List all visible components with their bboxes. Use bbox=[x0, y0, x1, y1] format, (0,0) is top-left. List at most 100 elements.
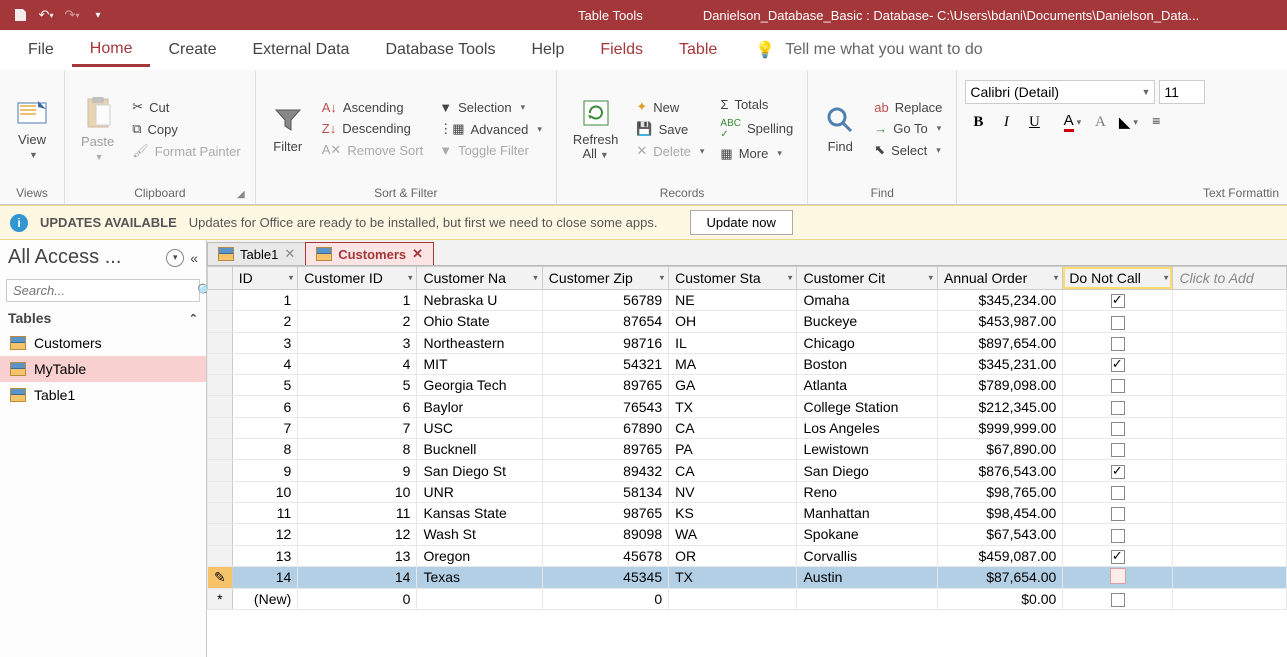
checkbox[interactable] bbox=[1111, 379, 1125, 393]
column-dropdown-icon[interactable]: ▾ bbox=[289, 273, 294, 284]
row-selector[interactable] bbox=[208, 375, 233, 396]
cell-empty[interactable] bbox=[1173, 396, 1287, 417]
cell-annual-order[interactable]: $897,654.00 bbox=[937, 332, 1062, 353]
table-row[interactable]: 1010UNR58134NVReno$98,765.00 bbox=[208, 481, 1287, 502]
cell-annual-order[interactable]: $453,987.00 bbox=[937, 311, 1062, 332]
row-selector-new[interactable]: * bbox=[208, 588, 233, 609]
cell-state[interactable]: GA bbox=[669, 375, 797, 396]
nav-search-input[interactable] bbox=[7, 280, 197, 301]
replace-button[interactable]: abReplace bbox=[868, 98, 948, 117]
table-row[interactable]: 55Georgia Tech89765GAAtlanta$789,098.00 bbox=[208, 375, 1287, 396]
cell-id[interactable]: 4 bbox=[232, 353, 298, 374]
cell-state[interactable]: IL bbox=[669, 332, 797, 353]
cell-state[interactable]: NV bbox=[669, 481, 797, 502]
column-header[interactable]: Annual Order▾ bbox=[937, 267, 1062, 290]
table-row[interactable]: 88Bucknell89765PALewistown$67,890.00 bbox=[208, 439, 1287, 460]
cell-empty[interactable] bbox=[1173, 311, 1287, 332]
cell-do-not-call[interactable] bbox=[1063, 353, 1173, 374]
table-row[interactable]: 22Ohio State87654OHBuckeye$453,987.00 bbox=[208, 311, 1287, 332]
row-selector[interactable] bbox=[208, 396, 233, 417]
cell-annual-order[interactable]: $67,543.00 bbox=[937, 524, 1062, 545]
cell-zip[interactable]: 89765 bbox=[542, 439, 668, 460]
remove-sort-button[interactable]: A✕Remove Sort bbox=[316, 140, 429, 160]
checkbox[interactable] bbox=[1111, 465, 1125, 479]
find-button[interactable]: Find bbox=[816, 100, 864, 158]
tab-file[interactable]: File bbox=[10, 35, 72, 65]
cell-zip[interactable]: 98716 bbox=[542, 332, 668, 353]
tab-external-data[interactable]: External Data bbox=[235, 35, 368, 65]
cell-customer-id[interactable]: 11 bbox=[298, 502, 417, 523]
cell-city[interactable]: Manhattan bbox=[797, 502, 938, 523]
save-button[interactable]: 💾Save bbox=[630, 119, 710, 139]
cell-do-not-call[interactable] bbox=[1063, 524, 1173, 545]
cell-id[interactable]: 2 bbox=[232, 311, 298, 332]
collapse-group-icon[interactable]: ⌃ bbox=[189, 312, 198, 325]
add-column-header[interactable]: Click to Add bbox=[1173, 267, 1287, 290]
row-selector[interactable] bbox=[208, 290, 233, 311]
cell-empty[interactable] bbox=[1173, 566, 1287, 588]
cell-zip[interactable]: 58134 bbox=[542, 481, 668, 502]
cell-annual-order[interactable]: $789,098.00 bbox=[937, 375, 1062, 396]
cell-customer-name[interactable]: Wash St bbox=[417, 524, 542, 545]
row-selector[interactable] bbox=[208, 353, 233, 374]
checkbox[interactable] bbox=[1111, 529, 1125, 543]
checkbox[interactable] bbox=[1111, 443, 1125, 457]
cell-annual-order[interactable]: $345,234.00 bbox=[937, 290, 1062, 311]
column-header[interactable]: Customer Na▾ bbox=[417, 267, 542, 290]
checkbox[interactable] bbox=[1111, 422, 1125, 436]
checkbox[interactable] bbox=[1111, 593, 1125, 607]
filter-button[interactable]: Filter bbox=[264, 100, 312, 158]
cell-customer-id[interactable]: 14 bbox=[298, 566, 417, 588]
cell-state[interactable]: NE bbox=[669, 290, 797, 311]
table-row[interactable]: 11Nebraska U56789NEOmaha$345,234.00 bbox=[208, 290, 1287, 311]
cell-customer-id[interactable]: 2 bbox=[298, 311, 417, 332]
cell-id[interactable]: 9 bbox=[232, 460, 298, 481]
align-button[interactable]: ≡ bbox=[1143, 110, 1169, 134]
cell-do-not-call[interactable] bbox=[1063, 332, 1173, 353]
cell-id[interactable]: 1 bbox=[232, 290, 298, 311]
cell-city[interactable]: Omaha bbox=[797, 290, 938, 311]
table-row[interactable]: 1111Kansas State98765KSManhattan$98,454.… bbox=[208, 502, 1287, 523]
more-button[interactable]: ▦More▾ bbox=[714, 144, 799, 164]
row-selector[interactable] bbox=[208, 311, 233, 332]
cell-customer-name[interactable] bbox=[417, 588, 542, 609]
cell-empty[interactable] bbox=[1173, 502, 1287, 523]
checkbox[interactable] bbox=[1111, 294, 1125, 308]
cell-do-not-call[interactable] bbox=[1063, 460, 1173, 481]
checkbox[interactable] bbox=[1111, 486, 1125, 500]
cell-state[interactable]: CA bbox=[669, 417, 797, 438]
cell-empty[interactable] bbox=[1173, 481, 1287, 502]
refresh-all-button[interactable]: RefreshAll▼ bbox=[565, 93, 627, 166]
clipboard-dialog-launcher[interactable]: ◢ bbox=[237, 189, 245, 200]
update-now-button[interactable]: Update now bbox=[690, 210, 793, 235]
cell-id[interactable]: 6 bbox=[232, 396, 298, 417]
totals-button[interactable]: ΣTotals bbox=[714, 95, 799, 114]
checkbox[interactable] bbox=[1111, 358, 1125, 372]
qat-customize-icon[interactable]: ▾ bbox=[86, 3, 110, 27]
table-row[interactable]: 44MIT54321MABoston$345,231.00 bbox=[208, 353, 1287, 374]
table-row[interactable]: 77USC67890CALos Angeles$999,999.00 bbox=[208, 417, 1287, 438]
cell-customer-id[interactable]: 13 bbox=[298, 545, 417, 566]
column-dropdown-icon[interactable]: ▾ bbox=[533, 273, 538, 284]
doc-tab-customers[interactable]: Customers✕ bbox=[305, 242, 434, 265]
checkbox-editing[interactable] bbox=[1111, 569, 1125, 583]
nav-item-customers[interactable]: Customers bbox=[0, 330, 206, 356]
cell-customer-id[interactable]: 8 bbox=[298, 439, 417, 460]
cell-state[interactable]: MA bbox=[669, 353, 797, 374]
cell-zip[interactable]: 89098 bbox=[542, 524, 668, 545]
cell-id[interactable]: 14 bbox=[232, 566, 298, 588]
cell-city[interactable]: Reno bbox=[797, 481, 938, 502]
cell-empty[interactable] bbox=[1173, 353, 1287, 374]
cell-customer-name[interactable]: San Diego St bbox=[417, 460, 542, 481]
column-dropdown-icon[interactable]: ▾ bbox=[408, 273, 413, 284]
cell-zip[interactable]: 45678 bbox=[542, 545, 668, 566]
cell-do-not-call[interactable] bbox=[1063, 481, 1173, 502]
cell-customer-id[interactable]: 3 bbox=[298, 332, 417, 353]
column-header[interactable]: Customer Zip▾ bbox=[542, 267, 668, 290]
goto-button[interactable]: →Go To▾ bbox=[868, 119, 948, 138]
close-tab-icon[interactable]: ✕ bbox=[284, 246, 295, 262]
advanced-button[interactable]: ⋮▦Advanced▾ bbox=[433, 119, 548, 139]
tab-table[interactable]: Table bbox=[661, 35, 735, 65]
cell-zip[interactable]: 76543 bbox=[542, 396, 668, 417]
column-header[interactable]: Customer ID▾ bbox=[298, 267, 417, 290]
